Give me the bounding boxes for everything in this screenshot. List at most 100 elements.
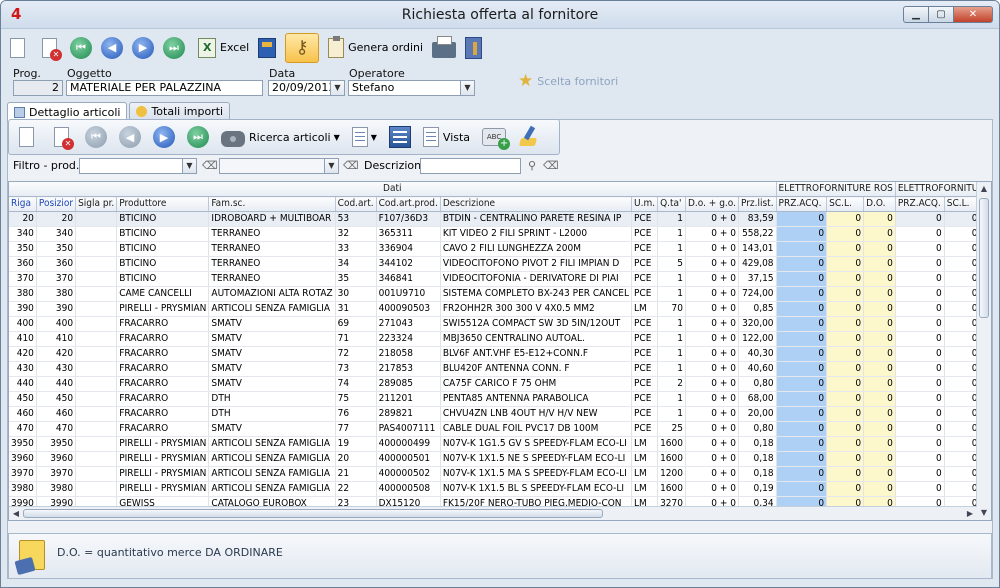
table-cell[interactable]: 0 [826, 376, 865, 392]
table-cell[interactable]: 400 [36, 316, 77, 332]
table-cell[interactable]: 0 [863, 421, 896, 437]
table-cell[interactable]: 0 [895, 286, 945, 302]
table-cell[interactable]: 0 [895, 271, 945, 287]
table-cell[interactable]: 0 [776, 361, 828, 377]
table-cell[interactable]: 0 + 0 [685, 211, 739, 227]
table-cell[interactable]: ARTICOLI SENZA FAMIGLIA [208, 451, 336, 467]
table-cell[interactable]: 0 [776, 436, 828, 452]
table-cell[interactable]: 0 + 0 [685, 376, 739, 392]
table-cell[interactable]: 420 [9, 346, 37, 362]
table-cell[interactable]: 0 [944, 481, 981, 497]
table-row[interactable]: 470 470 FRACARRO SMATV 77 PAS4007111 CABLE DUA… [9, 421, 991, 437]
table-cell[interactable]: SMATV [208, 331, 336, 347]
table-cell[interactable]: MBJ3650 CENTRALINO AUTOAL. [440, 331, 633, 347]
table-cell[interactable]: SISTEMA COMPLETO BX-243 PER CANCEL [440, 286, 633, 302]
table-cell[interactable]: 1 [657, 331, 686, 347]
table-cell[interactable]: 3970 [9, 466, 37, 482]
delete-row-button[interactable] [50, 122, 74, 152]
table-cell[interactable]: CHVU4ZN LNB 4OUT H/V H/V NEW [440, 406, 633, 422]
table-cell[interactable]: 0 [826, 346, 865, 362]
table-cell[interactable]: 289085 [376, 376, 441, 392]
table-row[interactable]: 20 20 BTICINO IDROBOARD + MULTIBOAR 53 F107/3… [9, 211, 991, 227]
table-cell[interactable]: 0 [944, 421, 981, 437]
table-cell[interactable]: 0 [863, 301, 896, 317]
table-cell[interactable]: 0 [826, 391, 865, 407]
table-cell[interactable]: PCE [631, 376, 659, 392]
table-cell[interactable]: SMATV [208, 421, 336, 437]
table-cell[interactable]: 0 [776, 451, 828, 467]
table-cell[interactable]: 0 [826, 406, 865, 422]
table-cell[interactable]: PENTA85 ANTENNA PARABOLICA [440, 391, 633, 407]
table-row[interactable]: 390 390 PIRELLI - PRYSMIAN ARTICOLI SENZA F… [9, 301, 991, 317]
import-button[interactable]: ▼ [351, 122, 377, 152]
table-cell[interactable]: 0,19 [738, 481, 777, 497]
table-cell[interactable]: 0 [826, 436, 865, 452]
table-cell[interactable]: 0 + 0 [685, 256, 739, 272]
table-cell[interactable]: 0 [944, 436, 981, 452]
table-cell[interactable]: 001U9710 [376, 286, 441, 302]
table-cell[interactable]: PIRELLI - PRYSMIAN [116, 466, 210, 482]
table-cell[interactable]: 380 [9, 286, 37, 302]
table-cell[interactable]: 1 [657, 226, 686, 242]
scroll-thumb[interactable] [23, 509, 603, 518]
table-cell[interactable]: 0 [826, 451, 865, 467]
table-cell[interactable]: 0 [826, 301, 865, 317]
table-cell[interactable]: 0 [895, 361, 945, 377]
table-cell[interactable]: ARTICOLI SENZA FAMIGLIA [208, 436, 336, 452]
scroll-thumb[interactable] [979, 198, 989, 318]
table-cell[interactable]: 0 [944, 361, 981, 377]
table-row[interactable]: 420 420 FRACARRO SMATV 72 218058 BLV6F ANT.VHF… [9, 346, 991, 362]
table-cell[interactable]: 0 [776, 346, 828, 362]
table-cell[interactable]: 217853 [376, 361, 441, 377]
table-cell[interactable]: 0 [776, 256, 828, 272]
table-cell[interactable]: 75 [335, 391, 377, 407]
table-cell[interactable]: 1600 [657, 436, 686, 452]
table-cell[interactable]: 0 + 0 [685, 361, 739, 377]
table-cell[interactable]: 0 [826, 316, 865, 332]
key-button[interactable]: ⚷ [285, 32, 320, 63]
table-cell[interactable]: 0 [863, 481, 896, 497]
table-cell[interactable]: 0 + 0 [685, 241, 739, 257]
table-cell[interactable] [75, 421, 118, 437]
tab-totali-importi[interactable]: Totali importi [129, 102, 231, 120]
table-cell[interactable] [75, 211, 118, 227]
table-cell[interactable]: BTICINO [116, 226, 210, 242]
table-cell[interactable]: 0 + 0 [685, 391, 739, 407]
maximize-button[interactable]: ▢ [928, 6, 954, 23]
table-cell[interactable]: 360 [36, 256, 77, 272]
table-row[interactable]: 370 370 BTICINO TERRANEO 35 346841 VIDEOCITOFO… [9, 271, 991, 287]
table-cell[interactable]: 0 [944, 241, 981, 257]
table-cell[interactable]: CAME CANCELLI [116, 286, 210, 302]
column-header[interactable]: Cod.art.prod. [376, 196, 441, 212]
table-cell[interactable]: 0 [776, 466, 828, 482]
table-cell[interactable]: 340 [9, 226, 37, 242]
table-cell[interactable]: N07V-K 1G1.5 GV S SPEEDY-FLAM ECO-LI [440, 436, 633, 452]
table-cell[interactable]: 0 [863, 346, 896, 362]
table-cell[interactable]: 410 [9, 331, 37, 347]
column-header[interactable]: Produttore [116, 196, 210, 212]
table-cell[interactable]: 0 [863, 406, 896, 422]
table-cell[interactable]: 0 [826, 211, 865, 227]
table-cell[interactable]: 370 [36, 271, 77, 287]
table-cell[interactable]: 0 [944, 256, 981, 272]
new-button[interactable] [6, 33, 29, 63]
table-cell[interactable]: SWI5512A COMPACT SW 3D 5IN/12OUT [440, 316, 633, 332]
table-cell[interactable]: 0 + 0 [685, 481, 739, 497]
descrizione-filter-input[interactable] [420, 158, 521, 174]
table-cell[interactable] [75, 241, 118, 257]
table-cell[interactable]: 450 [9, 391, 37, 407]
table-cell[interactable]: 40,60 [738, 361, 777, 377]
table-cell[interactable]: 0 [944, 211, 981, 227]
table-cell[interactable] [75, 331, 118, 347]
first-row-button[interactable]: ⏮ [85, 122, 107, 152]
table-cell[interactable]: PIRELLI - PRYSMIAN [116, 301, 210, 317]
table-cell[interactable]: 0 [826, 421, 865, 437]
table-cell[interactable] [75, 271, 118, 287]
table-cell[interactable]: 0 [826, 256, 865, 272]
table-cell[interactable]: 1 [657, 406, 686, 422]
table-cell[interactable]: BTICINO [116, 271, 210, 287]
table-cell[interactable]: 440 [36, 376, 77, 392]
table-cell[interactable]: ARTICOLI SENZA FAMIGLIA [208, 481, 336, 497]
table-cell[interactable]: 0 + 0 [685, 421, 739, 437]
exit-button[interactable] [465, 33, 483, 63]
